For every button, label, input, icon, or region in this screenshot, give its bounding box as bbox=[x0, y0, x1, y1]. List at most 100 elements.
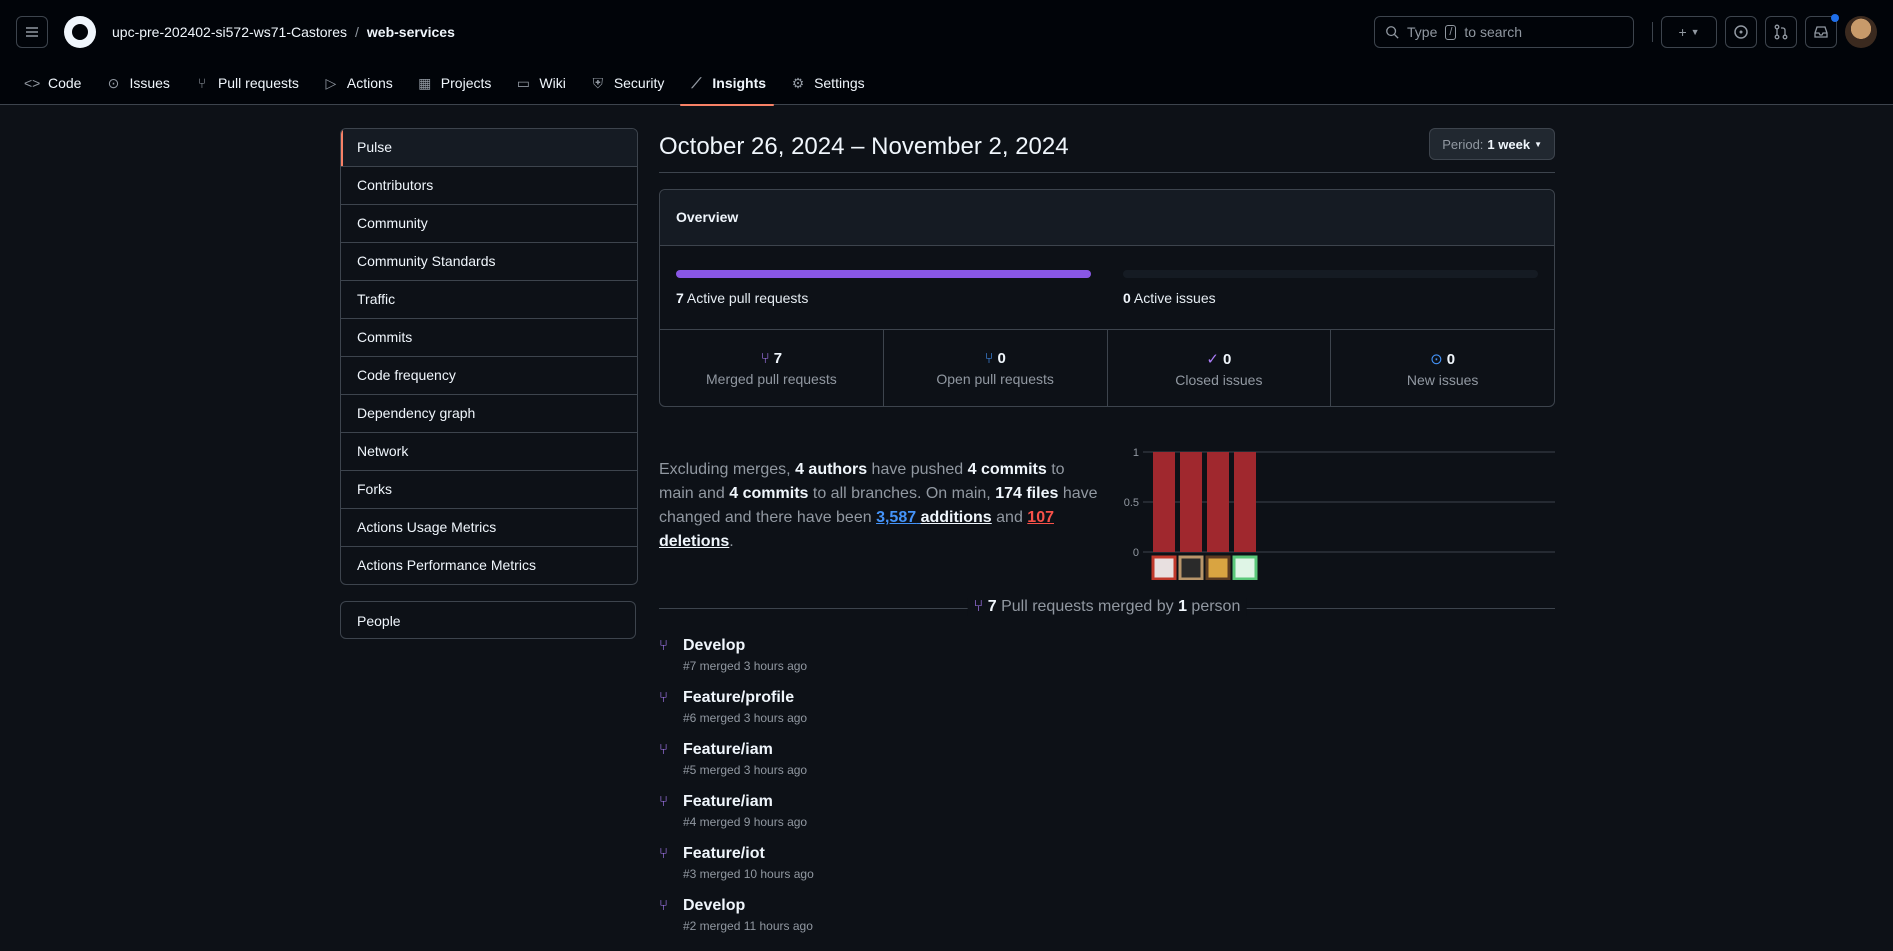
search-icon bbox=[1386, 26, 1399, 39]
sidebar-item-pulse[interactable]: Pulse bbox=[341, 129, 637, 166]
tab-pull-requests[interactable]: ⑂ Pull requests bbox=[186, 64, 307, 102]
git-merge-icon: ⑂ bbox=[659, 689, 669, 706]
search-input[interactable]: Type / to search bbox=[1374, 16, 1634, 48]
menu-button[interactable] bbox=[16, 16, 48, 48]
pr-title-link[interactable]: Feature/iam bbox=[683, 793, 807, 811]
additions-number: 3,587 bbox=[876, 509, 917, 526]
chart-bar[interactable] bbox=[1153, 452, 1175, 552]
period-label: Period: bbox=[1442, 136, 1484, 152]
summary-text: and bbox=[996, 509, 1023, 526]
inbox-button[interactable] bbox=[1805, 14, 1839, 48]
tab-label: Issues bbox=[129, 75, 170, 91]
list-item: ⑂ Develop #2 merged 11 hours ago bbox=[659, 897, 814, 949]
gear-icon: ⚙ bbox=[791, 74, 805, 91]
shield-icon: ⛨ bbox=[592, 74, 604, 91]
code-icon: <> bbox=[24, 75, 41, 91]
summary-commits-all: 4 commits bbox=[729, 485, 809, 502]
tab-wiki[interactable]: ▭ Wiki bbox=[507, 64, 573, 102]
chart-bar[interactable] bbox=[1234, 452, 1256, 552]
git-merge-icon: ⑂ bbox=[659, 637, 669, 654]
page-title: October 26, 2024 – November 2, 2024 bbox=[659, 133, 1069, 160]
author-avatar[interactable] bbox=[1178, 555, 1204, 580]
overview-box: Overview 7 Active pull requests 0 Active… bbox=[659, 189, 1555, 407]
tab-code[interactable]: <> Code bbox=[16, 64, 89, 102]
summary-commits-main: 4 commits bbox=[967, 461, 1047, 478]
git-merge-icon: ⑂ bbox=[659, 741, 669, 758]
breadcrumb: upc-pre-202402-si572-ws71-Castores / web… bbox=[112, 24, 455, 40]
summary-authors: 4 authors bbox=[795, 461, 868, 478]
chart-bar[interactable] bbox=[1207, 452, 1229, 552]
tab-issues[interactable]: ⊙ Issues bbox=[97, 64, 177, 102]
git-pull-request-icon: ⑂ bbox=[984, 350, 994, 367]
user-avatar[interactable] bbox=[1845, 16, 1877, 48]
pull-requests-button[interactable] bbox=[1765, 16, 1797, 48]
new-issues-stat[interactable]: ⊙ 0 New issues bbox=[1330, 330, 1554, 407]
open-prs-stat[interactable]: ⑂ 0 Open pull requests bbox=[882, 330, 1107, 407]
issue-opened-icon: ⊙ bbox=[107, 74, 120, 91]
repo-link[interactable]: web-services bbox=[367, 24, 455, 40]
commit-summary: Excluding merges, 4 authors have pushed … bbox=[659, 458, 1099, 554]
tab-security[interactable]: ⛨ Security bbox=[582, 64, 673, 102]
author-avatar[interactable] bbox=[1232, 555, 1258, 580]
org-link[interactable]: upc-pre-202402-si572-ws71-Castores bbox=[112, 24, 347, 40]
git-merge-icon: ⑂ bbox=[659, 897, 669, 914]
sidebar-item-contributors[interactable]: Contributors bbox=[341, 166, 637, 204]
tab-label: Pull requests bbox=[217, 75, 299, 91]
tab-label: Security bbox=[613, 75, 665, 91]
chart-y-tick-label: 0 bbox=[1133, 547, 1139, 559]
list-item: ⑂ Feature/iam #4 merged 9 hours ago bbox=[659, 793, 814, 845]
active-issues-bar bbox=[1123, 270, 1538, 278]
tab-settings[interactable]: ⚙ Settings bbox=[782, 64, 873, 102]
tab-insights[interactable]: ⟋ Insights bbox=[680, 64, 774, 106]
sidebar-item-commits[interactable]: Commits bbox=[341, 318, 637, 356]
pr-title-link[interactable]: Feature/iot bbox=[683, 845, 814, 863]
git-merge-icon: ⑂ bbox=[760, 350, 770, 367]
merged-text1: Pull requests merged by bbox=[1001, 598, 1174, 615]
merged-count: 7 bbox=[987, 598, 997, 615]
sidebar-item-community[interactable]: Community bbox=[341, 204, 637, 242]
commits-by-author-chart: 10.50 bbox=[1124, 447, 1555, 580]
list-item: ⑂ Feature/iot #3 merged 10 hours ago bbox=[659, 845, 814, 897]
sidebar-item-actions-performance-metrics[interactable]: Actions Performance Metrics bbox=[341, 546, 637, 584]
tab-projects[interactable]: ▦ Projects bbox=[409, 64, 500, 102]
sidebar-item-dependency-graph[interactable]: Dependency graph bbox=[341, 394, 637, 432]
sidebar-item-code-frequency[interactable]: Code frequency bbox=[341, 356, 637, 394]
additions-word: additions bbox=[920, 509, 992, 526]
period-dropdown[interactable]: Period: 1 week ▼ bbox=[1429, 128, 1555, 160]
github-logo-icon[interactable] bbox=[64, 16, 96, 48]
sidebar-item-actions-usage-metrics[interactable]: Actions Usage Metrics bbox=[341, 508, 637, 546]
chart-y-tick-label: 1 bbox=[1133, 447, 1139, 459]
stat-label: Closed issues bbox=[1175, 372, 1263, 388]
list-item: ⑂ Develop #7 merged 3 hours ago bbox=[659, 637, 814, 689]
sidebar-item-traffic[interactable]: Traffic bbox=[341, 280, 637, 318]
issues-button[interactable] bbox=[1725, 16, 1757, 48]
tab-label: Settings bbox=[814, 75, 865, 91]
hamburger-icon bbox=[26, 27, 38, 37]
active-issues-cell[interactable]: 0 Active issues bbox=[1107, 246, 1554, 329]
pr-title-link[interactable]: Develop bbox=[683, 897, 813, 915]
pr-title-link[interactable]: Feature/profile bbox=[683, 689, 807, 707]
author-avatar[interactable] bbox=[1151, 555, 1177, 580]
sidebar-item-forks[interactable]: Forks bbox=[341, 470, 637, 508]
global-header: upc-pre-202402-si572-ws71-Castores / web… bbox=[0, 0, 1893, 64]
tab-actions[interactable]: ▷ Actions bbox=[315, 64, 401, 102]
sidebar-item-people[interactable]: People bbox=[340, 601, 636, 639]
active-prs-cell[interactable]: 7 Active pull requests bbox=[660, 246, 1107, 329]
pr-title-link[interactable]: Feature/iam bbox=[683, 741, 807, 759]
merged-prs-heading: ⑂ 7 Pull requests merged by 1 person bbox=[659, 598, 1555, 618]
closed-issues-stat[interactable]: ✓ 0 Closed issues bbox=[1106, 330, 1331, 407]
pr-meta: #6 merged 3 hours ago bbox=[683, 711, 808, 725]
pr-meta: #5 merged 3 hours ago bbox=[683, 763, 808, 777]
pr-title-link[interactable]: Develop bbox=[683, 637, 807, 655]
merged-prs-stat[interactable]: ⑂ 7 Merged pull requests bbox=[660, 330, 883, 407]
merged-people-count: 1 bbox=[1178, 598, 1187, 615]
plus-icon: + bbox=[1678, 24, 1687, 40]
sidebar-item-community-standards[interactable]: Community Standards bbox=[341, 242, 637, 280]
create-new-button[interactable]: + ▼ bbox=[1661, 16, 1717, 48]
additions-link[interactable]: 3,587 additions bbox=[876, 509, 992, 526]
author-avatar[interactable] bbox=[1205, 555, 1231, 580]
chart-bar[interactable] bbox=[1180, 452, 1202, 552]
sidebar-item-network[interactable]: Network bbox=[341, 432, 637, 470]
git-merge-icon: ⑂ bbox=[973, 598, 984, 615]
merged-text2: person bbox=[1191, 598, 1241, 615]
